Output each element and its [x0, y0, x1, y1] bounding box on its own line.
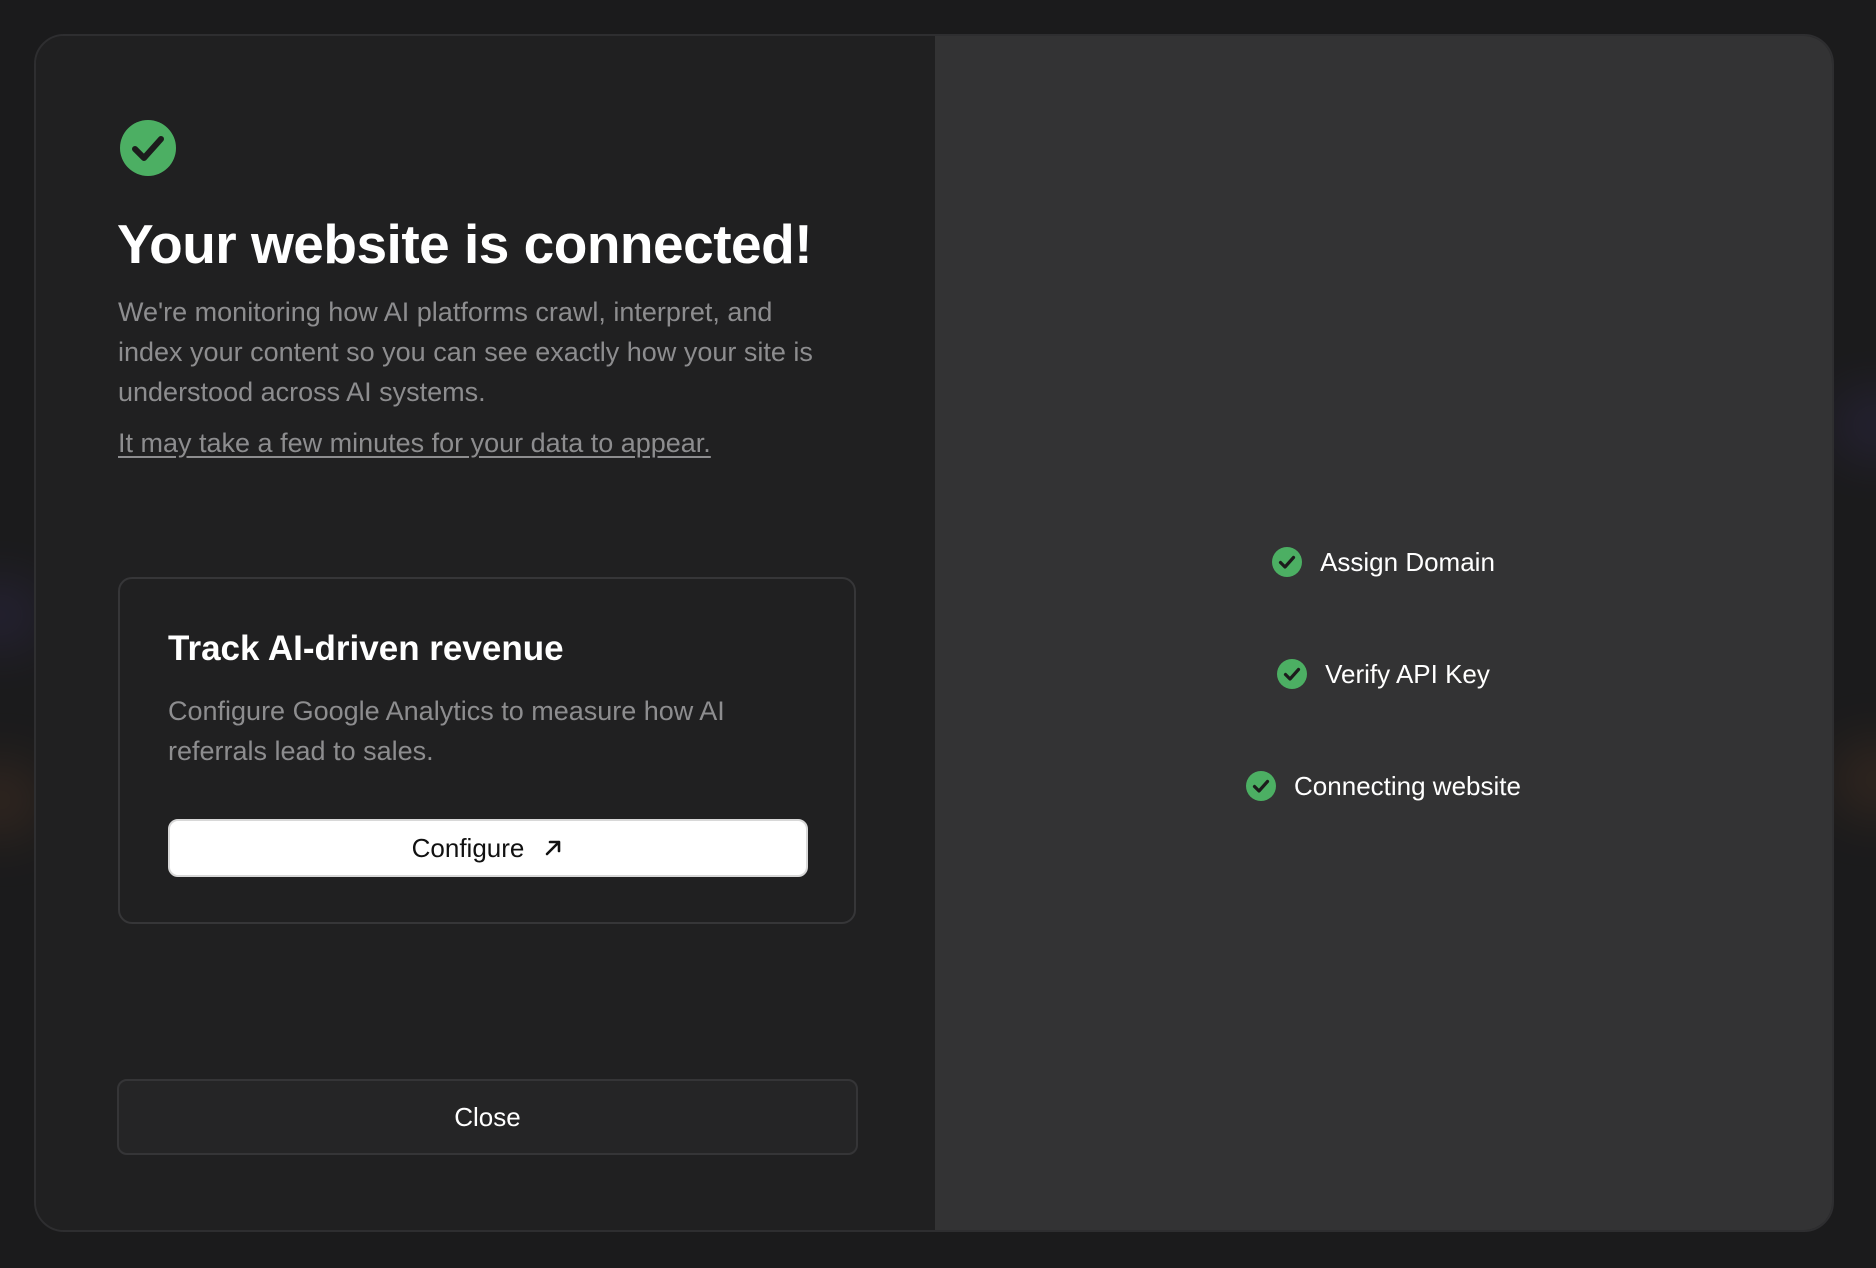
configure-button[interactable]: Configure	[168, 819, 808, 877]
check-circle-icon	[1246, 771, 1277, 801]
progress-panel: Assign Domain Verify API Key Connecting …	[935, 36, 1832, 1230]
check-circle-icon	[1272, 547, 1303, 577]
arrow-up-right-icon	[546, 840, 561, 856]
connection-success-modal: Your website is connected! We're monitor…	[34, 34, 1834, 1232]
modal-content-panel: Your website is connected! We're monitor…	[36, 36, 935, 1230]
step-assign-domain: Assign Domain	[1272, 506, 1495, 618]
track-revenue-card: Track AI-driven revenue Configure Google…	[118, 577, 856, 924]
step-label: Assign Domain	[1320, 546, 1495, 577]
page-description: We're monitoring how AI platforms crawl,…	[118, 297, 813, 407]
close-button-label: Close	[454, 1101, 521, 1132]
step-verify-api-key: Verify API Key	[1277, 618, 1490, 730]
check-circle-icon	[120, 120, 176, 176]
card-title: Track AI-driven revenue	[168, 629, 564, 668]
close-button[interactable]: Close	[117, 1079, 858, 1155]
step-label: Verify API Key	[1325, 658, 1490, 689]
data-delay-note-link[interactable]: It may take a few minutes for your data …	[118, 428, 711, 459]
card-description: Configure Google Analytics to measure ho…	[168, 696, 725, 766]
configure-button-label: Configure	[411, 832, 525, 863]
progress-steps: Assign Domain Verify API Key Connecting …	[935, 506, 1832, 842]
page-title: Your website is connected!	[117, 213, 813, 275]
background-glow	[1836, 750, 1876, 810]
step-connecting-website: Connecting website	[1246, 730, 1521, 842]
step-label: Connecting website	[1294, 770, 1521, 801]
background-glow	[1836, 400, 1876, 450]
check-circle-icon	[1277, 659, 1308, 689]
